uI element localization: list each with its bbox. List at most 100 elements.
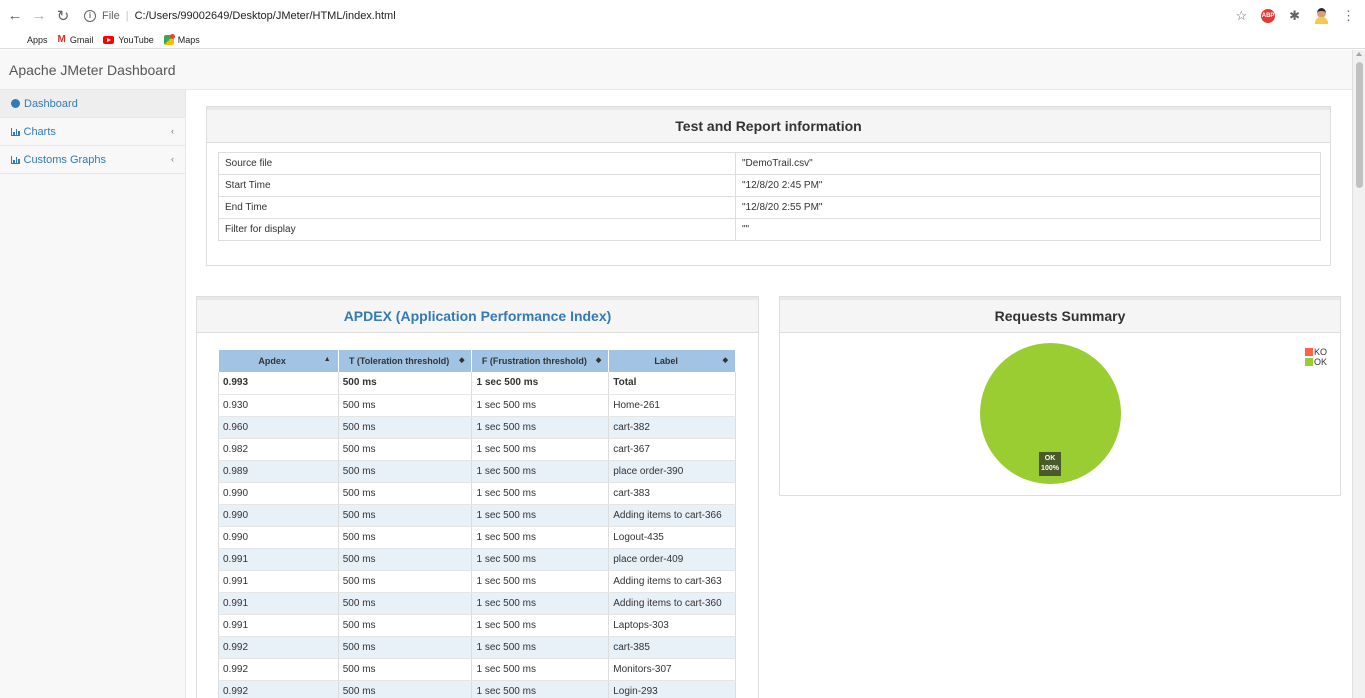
address-bar[interactable]: i File | C:/Users/99002649/Desktop/JMete…	[84, 6, 396, 26]
bar-chart-icon	[11, 127, 20, 136]
gmail-icon: M	[57, 34, 66, 45]
address-url[interactable]: C:/Users/99002649/Desktop/JMeter/HTML/in…	[135, 10, 396, 22]
table-row: 0.991 500 ms 1 sec 500 ms Laptops-303	[218, 614, 736, 637]
legend-swatch	[1305, 348, 1313, 356]
table-row: 0.989 500 ms 1 sec 500 ms place order-390	[218, 460, 736, 483]
back-arrow-icon[interactable]: ←	[6, 7, 24, 25]
toleration-cell: 500 ms	[337, 460, 473, 483]
table-row: 0.990 500 ms 1 sec 500 ms Logout-435	[218, 526, 736, 549]
toleration-cell: 500 ms	[337, 548, 473, 571]
info-value: "DemoTrail.csv"	[735, 152, 1321, 175]
toleration-cell: 500 ms	[337, 394, 473, 417]
frustration-cell: 1 sec 500 ms	[471, 680, 610, 698]
label-cell: Login-293	[608, 680, 736, 698]
table-row: 0.992 500 ms 1 sec 500 ms cart-385	[218, 636, 736, 659]
bookmark-youtube[interactable]: YouTube	[103, 34, 154, 45]
apdex-cell: 0.992	[218, 658, 339, 681]
bookmark-label: Gmail	[69, 34, 94, 45]
frustration-cell: 1 sec 500 ms	[471, 482, 610, 505]
toleration-cell: 500 ms	[337, 526, 473, 549]
legend-label: KO	[1314, 347, 1328, 357]
youtube-icon	[103, 35, 115, 44]
apdex-cell: 0.982	[218, 438, 339, 461]
reload-icon[interactable]: ↻	[54, 7, 72, 25]
browser-toolbar: ← → ↻ i File | C:/Users/99002649/Desktop…	[0, 0, 1365, 31]
column-header-frustration[interactable]: F (Frustration threshold) ◆	[471, 350, 610, 372]
frustration-cell: 1 sec 500 ms	[471, 592, 610, 615]
label-cell: Total	[608, 372, 736, 395]
bookmark-gmail[interactable]: M Gmail	[58, 34, 94, 45]
sidebar-item-label: Customs Graphs	[23, 153, 107, 166]
toleration-cell: 500 ms	[337, 570, 473, 593]
brand-title[interactable]: Apache JMeter Dashboard	[9, 62, 176, 78]
bookmark-label: Maps	[177, 34, 200, 45]
profile-avatar[interactable]	[1314, 8, 1328, 24]
sidebar-item-dashboard[interactable]: Dashboard	[0, 90, 185, 118]
column-header-toleration[interactable]: T (Toleration threshold) ◆	[338, 350, 473, 372]
scroll-up-arrow-icon[interactable]	[1356, 52, 1362, 56]
menu-dots-icon[interactable]: ⋮	[1342, 8, 1355, 24]
sort-both-icon: ◆	[459, 357, 465, 364]
adblock-extension-icon[interactable]: ABP	[1261, 9, 1276, 23]
sidebar-item-customs-graphs[interactable]: Customs Graphs ‹	[0, 146, 185, 174]
apdex-cell: 0.992	[218, 636, 339, 659]
apdex-cell: 0.991	[218, 614, 339, 637]
chevron-left-icon: ‹	[171, 154, 174, 164]
top-navbar: Apache JMeter Dashboard	[0, 50, 1352, 90]
toleration-cell: 500 ms	[337, 614, 473, 637]
info-row: Source file "DemoTrail.csv"	[218, 152, 1321, 175]
frustration-cell: 1 sec 500 ms	[471, 548, 610, 571]
toleration-cell: 500 ms	[337, 372, 473, 395]
info-value: "12/8/20 2:45 PM"	[735, 174, 1321, 197]
label-cell: place order-409	[608, 548, 736, 571]
sidebar: Dashboard Charts ‹ Customs Graphs ‹	[0, 90, 186, 698]
apps-grid-icon	[14, 35, 23, 44]
bookmark-label: YouTube	[118, 34, 154, 45]
forward-arrow-icon[interactable]: →	[30, 7, 48, 25]
label-cell: cart-367	[608, 438, 736, 461]
apdex-panel: APDEX (Application Performance Index) Ap…	[196, 296, 759, 698]
apdex-cell: 0.960	[218, 416, 339, 439]
frustration-cell: 1 sec 500 ms	[471, 460, 610, 483]
legend-item-ko[interactable]: KO	[1305, 347, 1327, 357]
chart-legend: KO OK	[1305, 347, 1327, 367]
star-icon[interactable]: ☆	[1235, 8, 1247, 24]
scrollbar-thumb[interactable]	[1356, 62, 1363, 188]
sort-asc-icon: ▲	[323, 356, 331, 363]
table-row: 0.930 500 ms 1 sec 500 ms Home-261	[218, 394, 736, 417]
table-row: 0.992 500 ms 1 sec 500 ms Login-293	[218, 680, 736, 698]
apdex-cell: 0.990	[218, 526, 339, 549]
sidebar-item-charts[interactable]: Charts ‹	[0, 118, 185, 146]
legend-label: OK	[1314, 357, 1328, 367]
sidebar-item-label: Charts	[23, 125, 56, 138]
pie-data-label: OK 100%	[1039, 452, 1061, 476]
legend-item-ok[interactable]: OK	[1305, 357, 1327, 367]
label-cell: cart-383	[608, 482, 736, 505]
column-header-apdex[interactable]: Apdex ▲	[218, 350, 339, 372]
info-key: End Time	[218, 196, 736, 219]
label-cell: Adding items to cart-363	[608, 570, 736, 593]
apdex-cell: 0.930	[218, 394, 339, 417]
info-icon[interactable]: i	[84, 10, 96, 22]
panel-title: APDEX (Application Performance Index)	[197, 297, 758, 333]
page-scrollbar[interactable]	[1352, 50, 1365, 698]
frustration-cell: 1 sec 500 ms	[471, 416, 610, 439]
bookmark-maps[interactable]: Maps	[163, 33, 200, 45]
label-cell: Logout-435	[608, 526, 736, 549]
apdex-cell: 0.989	[218, 460, 339, 483]
info-key: Filter for display	[218, 218, 736, 241]
address-separator: |	[125, 10, 129, 22]
test-report-info-panel: Test and Report information Source file "…	[206, 106, 1331, 266]
apdex-cell: 0.993	[218, 372, 339, 395]
bookmark-apps[interactable]: Apps	[14, 35, 48, 45]
column-header-label[interactable]: Label ◆	[608, 350, 736, 372]
table-row: 0.993 500 ms 1 sec 500 ms Total	[218, 372, 736, 395]
puzzle-extension-icon[interactable]: ✱	[1289, 8, 1300, 24]
label-cell: place order-390	[608, 460, 736, 483]
apdex-cell: 0.990	[218, 482, 339, 505]
frustration-cell: 1 sec 500 ms	[471, 372, 610, 395]
apdex-cell: 0.991	[218, 592, 339, 615]
toleration-cell: 500 ms	[337, 438, 473, 461]
frustration-cell: 1 sec 500 ms	[471, 504, 610, 527]
dashboard-app: Apache JMeter Dashboard Dashboard Charts…	[0, 50, 1352, 698]
